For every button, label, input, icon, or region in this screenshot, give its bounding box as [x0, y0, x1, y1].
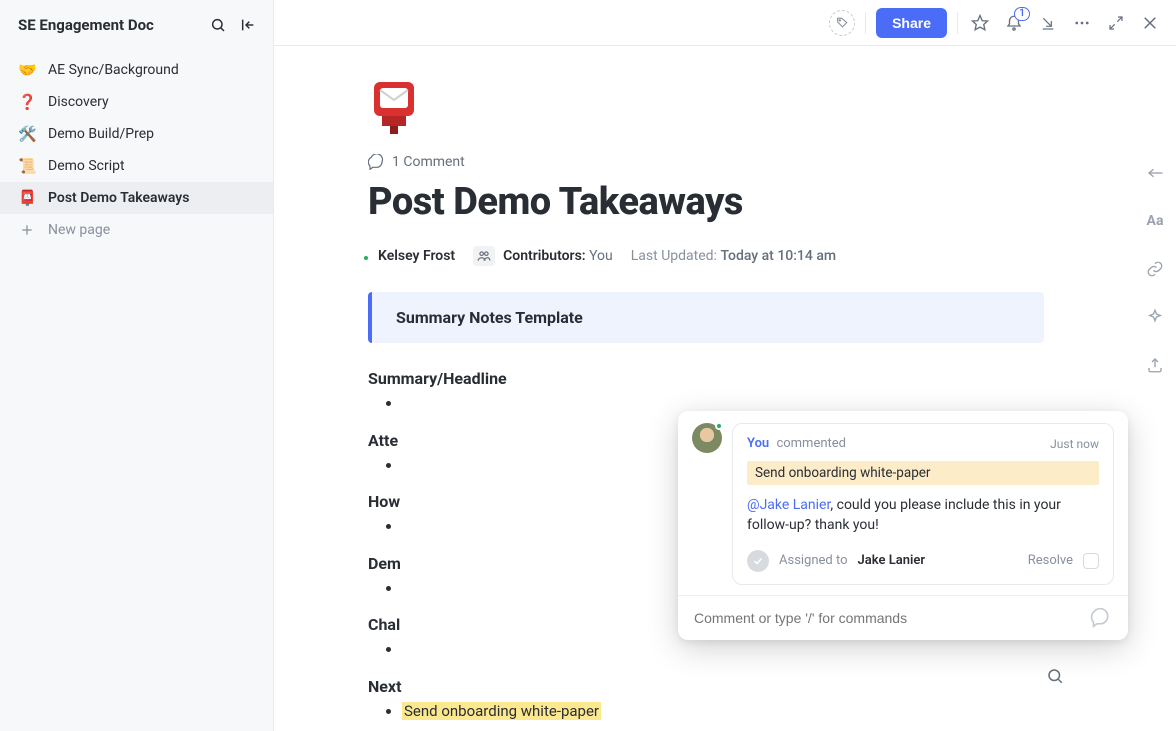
- right-rail: Aa: [1134, 46, 1176, 731]
- sidebar-item-demo-build[interactable]: 🛠️ Demo Build/Prep: [0, 118, 273, 150]
- doc-contributors[interactable]: Contributors: You: [473, 246, 613, 266]
- sidebar-item-label: Discovery: [48, 94, 109, 110]
- postbox-icon: 📮: [18, 189, 36, 207]
- question-icon: ❓: [18, 93, 36, 111]
- collapse-sidebar-icon[interactable]: [237, 14, 259, 36]
- doc-emoji[interactable]: [368, 80, 420, 136]
- find-in-doc-icon[interactable]: [1040, 661, 1070, 691]
- avatar: [692, 423, 722, 453]
- doc-author[interactable]: Kelsey Frost: [368, 248, 455, 264]
- new-page-label: New page: [48, 222, 110, 238]
- close-icon[interactable]: [1138, 11, 1162, 35]
- handshake-icon: 🤝: [18, 61, 36, 79]
- main: Share 1: [274, 0, 1176, 731]
- comment-count-label: 1 Comment: [392, 154, 465, 170]
- doc-last-updated: Last Updated: Today at 10:14 am: [631, 248, 836, 264]
- sparkle-icon[interactable]: [1144, 306, 1166, 328]
- send-icon[interactable]: [1090, 608, 1112, 628]
- list-item[interactable]: Send onboarding white-paper: [402, 700, 1044, 723]
- sidebar-item-ae-sync[interactable]: 🤝 AE Sync/Background: [0, 54, 273, 86]
- scroll-icon: 📜: [18, 157, 36, 175]
- sidebar-item-label: Post Demo Takeaways: [48, 190, 189, 206]
- download-icon[interactable]: [1036, 11, 1060, 35]
- search-icon[interactable]: [207, 14, 229, 36]
- sidebar-item-label: AE Sync/Background: [48, 62, 179, 78]
- divider: [865, 12, 866, 34]
- comment-icon: [368, 154, 384, 170]
- updated-value: Today at 10:14 am: [720, 248, 836, 264]
- export-icon[interactable]: [1144, 354, 1166, 376]
- list-item[interactable]: [402, 638, 1044, 661]
- presence-indicator: [715, 422, 723, 430]
- sidebar-nav: 🤝 AE Sync/Background ❓ Discovery 🛠️ Demo…: [0, 50, 273, 250]
- contributors-label: Contributors:: [503, 248, 585, 264]
- plus-icon: [18, 221, 36, 239]
- typography-icon[interactable]: Aa: [1144, 210, 1166, 232]
- sidebar-item-demo-script[interactable]: 📜 Demo Script: [0, 150, 273, 182]
- check-icon: [747, 550, 769, 572]
- tag-icon[interactable]: [829, 10, 855, 36]
- comment-input-row: [678, 595, 1128, 640]
- author-name: Kelsey Frost: [378, 248, 455, 264]
- sidebar-item-label: Demo Script: [48, 158, 125, 174]
- expand-icon[interactable]: [1104, 11, 1128, 35]
- notifications-icon[interactable]: 1: [1002, 11, 1026, 35]
- sidebar-item-discovery[interactable]: ❓ Discovery: [0, 86, 273, 118]
- more-icon[interactable]: [1070, 11, 1094, 35]
- comment-count[interactable]: 1 Comment: [368, 154, 1044, 170]
- doc-workspace-title: SE Engagement Doc: [18, 16, 199, 34]
- sidebar-item-label: Demo Build/Prep: [48, 126, 154, 142]
- sidebar-item-post-demo[interactable]: 📮 Post Demo Takeaways: [0, 182, 273, 214]
- comment-body: @Jake Lanier, could you please include t…: [747, 495, 1099, 536]
- section-heading[interactable]: Summary/Headline: [368, 369, 1044, 388]
- comment-input[interactable]: [694, 610, 1080, 626]
- sidebar-new-page[interactable]: New page: [0, 214, 273, 246]
- presence-indicator: [362, 254, 370, 262]
- sidebar: SE Engagement Doc 🤝 AE Sync/Background ❓…: [0, 0, 274, 731]
- doc-meta: Kelsey Frost Contributors: You Last Upda…: [368, 246, 1044, 266]
- tools-icon: 🛠️: [18, 125, 36, 143]
- doc-title[interactable]: Post Demo Takeaways: [368, 180, 1044, 224]
- resolve-button[interactable]: Resolve: [1028, 553, 1073, 568]
- updated-label: Last Updated:: [631, 248, 717, 264]
- contributors-value: You: [589, 248, 613, 264]
- outdent-icon[interactable]: [1144, 162, 1166, 184]
- share-button[interactable]: Share: [876, 8, 947, 38]
- highlighted-text[interactable]: Send onboarding white-paper: [402, 702, 601, 720]
- comment-time: Just now: [1050, 437, 1099, 451]
- comment-card: You commented Just now Send onboarding w…: [732, 423, 1114, 585]
- section-heading[interactable]: Next: [368, 677, 1044, 696]
- comment-author: You: [747, 436, 769, 451]
- sidebar-header: SE Engagement Doc: [0, 0, 273, 50]
- comment-verb: commented: [776, 436, 846, 451]
- mention[interactable]: @Jake Lanier: [747, 497, 830, 513]
- comment-popover: You commented Just now Send onboarding w…: [678, 411, 1128, 640]
- resolve-checkbox[interactable]: [1083, 553, 1099, 569]
- comment-quote: Send onboarding white-paper: [747, 461, 1099, 485]
- assigned-label: Assigned to: [779, 553, 848, 568]
- star-icon[interactable]: [968, 11, 992, 35]
- topbar: Share 1: [274, 0, 1176, 46]
- divider: [957, 12, 958, 34]
- callout-summary-template[interactable]: Summary Notes Template: [368, 292, 1044, 343]
- assignee-name: Jake Lanier: [858, 553, 926, 568]
- contributors-icon: [473, 246, 495, 266]
- link-icon[interactable]: [1144, 258, 1166, 280]
- notification-badge: 1: [1014, 7, 1030, 21]
